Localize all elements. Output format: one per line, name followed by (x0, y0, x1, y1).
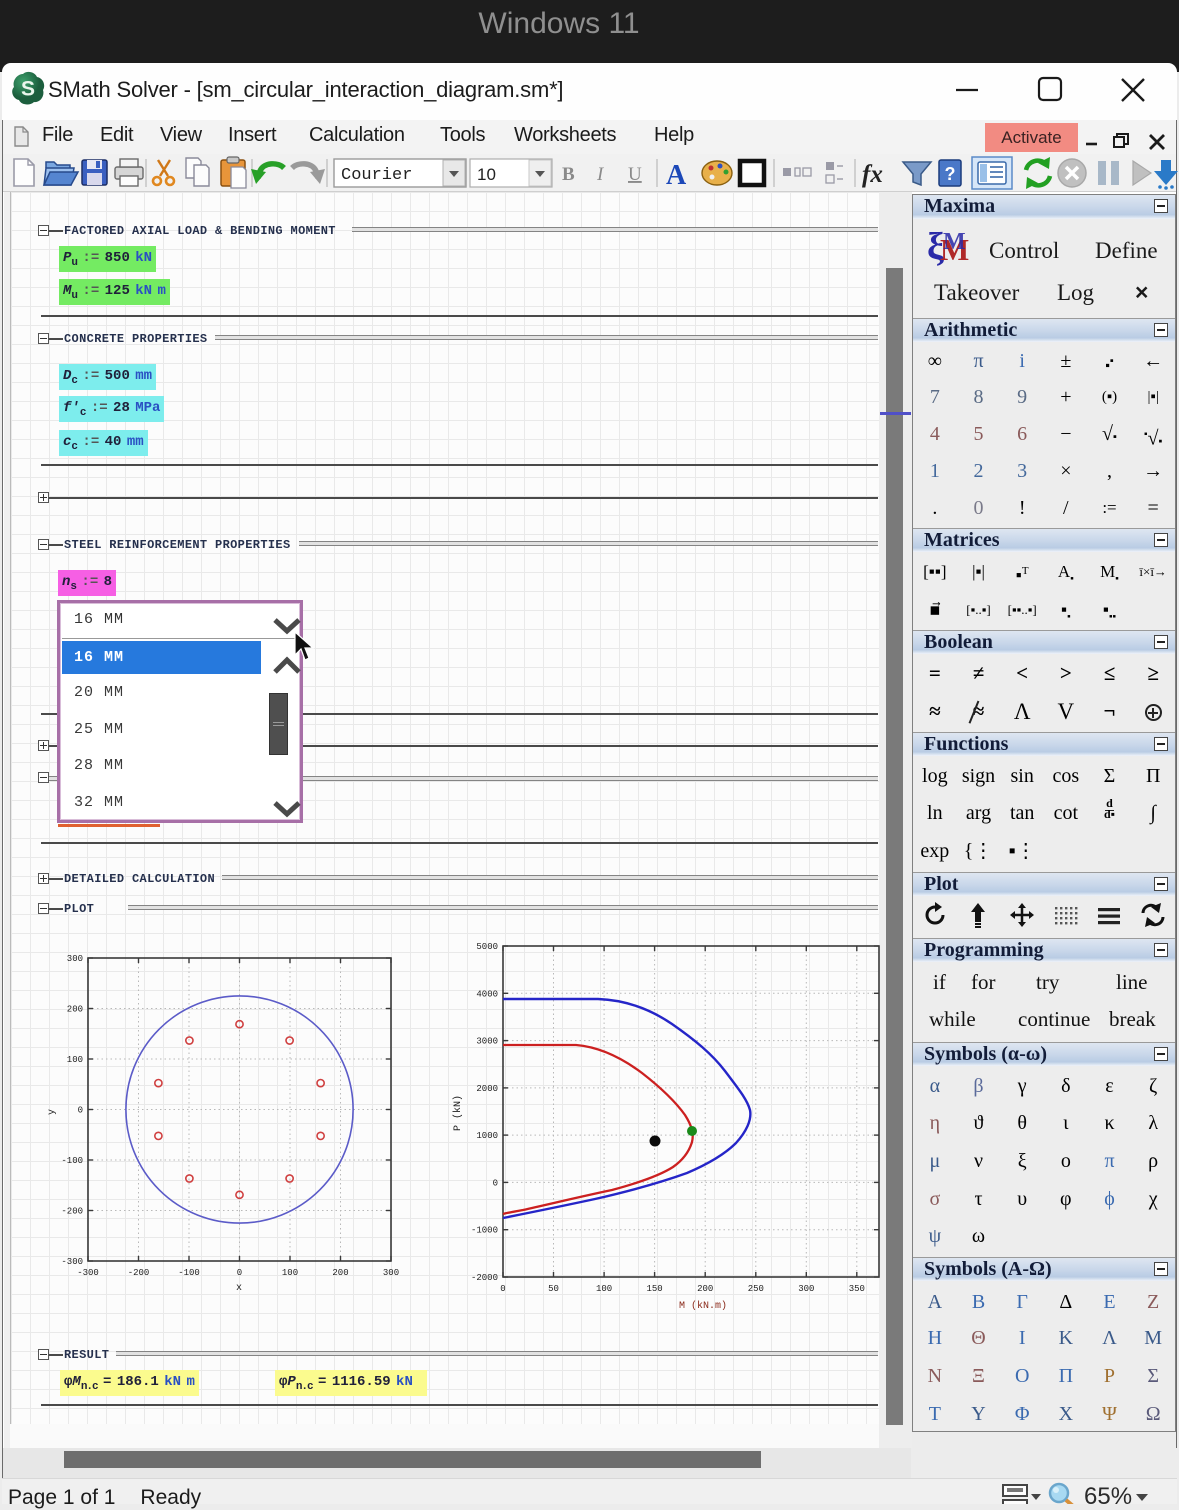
svg-text:100: 100 (596, 1284, 612, 1294)
svg-text:100: 100 (67, 1055, 83, 1065)
svg-text:-2000: -2000 (471, 1273, 498, 1283)
svg-text:-100: -100 (178, 1268, 200, 1278)
svg-text:150: 150 (646, 1284, 662, 1294)
svg-text:300: 300 (798, 1284, 814, 1294)
svg-text:250: 250 (748, 1284, 764, 1294)
svg-text:50: 50 (548, 1284, 559, 1294)
svg-text:-200: -200 (61, 1207, 83, 1217)
svg-text:0: 0 (237, 1268, 242, 1278)
svg-text:4000: 4000 (476, 989, 498, 999)
svg-text:200: 200 (697, 1284, 713, 1294)
svg-text:-300: -300 (61, 1257, 83, 1267)
svg-text:1000: 1000 (476, 1131, 498, 1141)
svg-text:0: 0 (493, 1178, 498, 1188)
svg-text:10: 10 (477, 165, 496, 184)
svg-text:?: ? (945, 164, 956, 184)
svg-text:300: 300 (67, 954, 83, 964)
svg-text:fx: fx (862, 161, 883, 188)
svg-text:Courier: Courier (341, 166, 412, 185)
svg-text:350: 350 (849, 1284, 865, 1294)
svg-text:S: S (21, 78, 35, 101)
svg-text:200: 200 (332, 1268, 348, 1278)
svg-text:A: A (666, 160, 687, 191)
svg-text:0: 0 (78, 1106, 83, 1116)
svg-text:65%: 65% (1084, 1483, 1132, 1504)
svg-text:U: U (628, 164, 642, 185)
svg-text:y: y (47, 1109, 58, 1115)
svg-text:I: I (596, 164, 605, 185)
svg-text:x: x (236, 1283, 242, 1294)
svg-text:-1000: -1000 (471, 1226, 498, 1236)
svg-text:200: 200 (67, 1005, 83, 1015)
svg-text:M (kN.m): M (kN.m) (679, 1300, 727, 1312)
svg-text:5000: 5000 (476, 942, 498, 952)
svg-text:B: B (562, 164, 575, 185)
svg-text:100: 100 (282, 1268, 298, 1278)
svg-text:-300: -300 (77, 1268, 99, 1278)
svg-text:3000: 3000 (476, 1037, 498, 1047)
svg-text:2000: 2000 (476, 1084, 498, 1094)
svg-text:P (kN): P (kN) (452, 1095, 464, 1131)
svg-text:-100: -100 (61, 1156, 83, 1166)
svg-text:300: 300 (383, 1268, 399, 1278)
svg-text:-200: -200 (128, 1268, 150, 1278)
svg-text:0: 0 (500, 1284, 505, 1294)
